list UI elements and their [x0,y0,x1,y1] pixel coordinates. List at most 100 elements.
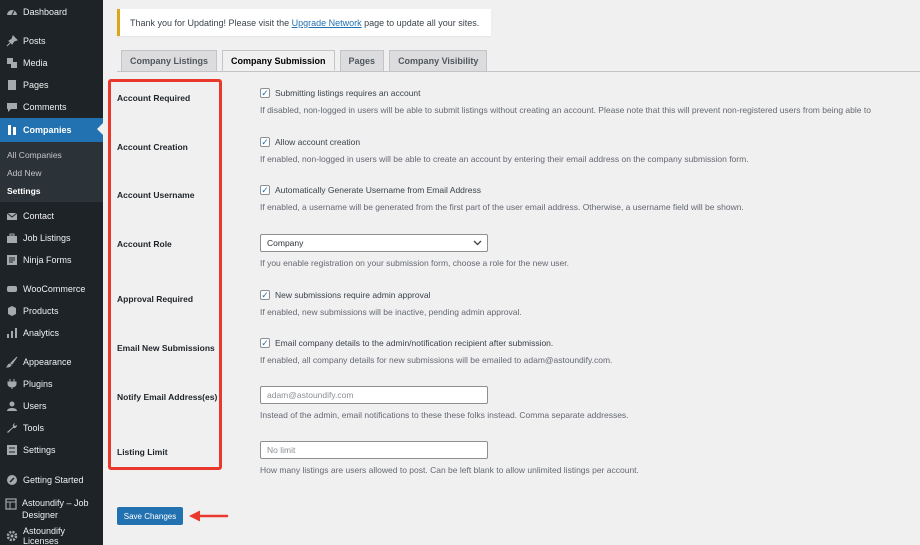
mail-icon [5,210,18,223]
setting-description: If enabled, non-logged in users will be … [260,154,749,164]
save-changes-button[interactable]: Save Changes [117,507,183,525]
approval-required-field[interactable]: ✓ New submissions require admin approval [260,290,430,300]
tab-company-visibility[interactable]: Company Visibility [389,50,488,71]
sidebar-item-job-listings[interactable]: Job Listings [0,227,103,249]
sidebar-label: Products [23,306,59,316]
account-username-field[interactable]: ✓ Automatically Generate Username from E… [260,185,481,195]
account-required-checkbox[interactable]: ✓ [260,88,270,98]
listing-limit-input[interactable] [260,441,488,459]
setting-description: Instead of the admin, email notification… [260,410,629,420]
tab-pages[interactable]: Pages [339,50,385,71]
sidebar-label: Plugins [23,379,53,389]
chevron-down-icon [473,238,482,248]
layout-icon [5,497,17,510]
sidebar-item-comments[interactable]: Comments [0,96,103,118]
building-icon [5,124,18,137]
setting-description: If disabled, non-logged in users will be… [260,105,871,115]
sidebar-label: Comments [23,102,67,112]
sidebar-label: Contact [23,211,55,221]
media-icon [5,57,18,70]
setting-description: If enabled, new submissions will be inac… [260,307,522,317]
submenu-all-companies[interactable]: All Companies [7,150,62,160]
settings-tabs: Company Listings Company Submission Page… [121,50,492,71]
sidebar-item-ninja-forms[interactable]: Ninja Forms [0,249,103,271]
dashboard-icon [5,6,18,19]
account-username-checkbox[interactable]: ✓ [260,185,270,195]
settings-icon [5,444,18,457]
sidebar-item-pages[interactable]: Pages [0,74,103,96]
sidebar-label: Pages [23,80,49,90]
sidebar-item-getting-started[interactable]: Getting Started [0,469,103,491]
sidebar-item-analytics[interactable]: Analytics [0,322,103,344]
sidebar-item-contact[interactable]: Contact [0,205,103,227]
tab-company-submission[interactable]: Company Submission [222,50,335,71]
sidebar-item-appearance[interactable]: Appearance [0,351,103,373]
sidebar-item-companies[interactable]: Companies [0,118,103,142]
notify-email-input[interactable] [260,386,488,404]
sidebar-item-media[interactable]: Media [0,52,103,74]
setting-description: How many listings are users allowed to p… [260,465,639,475]
sidebar-item-job-designer[interactable]: Astoundify – Job Designer [0,495,103,525]
sidebar-item-astoundify-licenses[interactable]: Astoundify Licenses [0,525,103,545]
sidebar-label: Tools [23,423,45,433]
checkbox-label: Submitting listings requires an account [275,88,421,98]
account-required-field[interactable]: ✓ Submitting listings requires an accoun… [260,88,421,98]
account-role-select[interactable]: Company [260,234,488,252]
notice-text: Thank you for Updating! Please visit the [130,17,290,28]
email-new-field[interactable]: ✓ Email company details to the admin/not… [260,338,553,348]
briefcase-icon [5,232,18,245]
sidebar-item-products[interactable]: Products [0,300,103,322]
box-icon [5,305,18,318]
setting-description: If you enable registration on your submi… [260,258,569,268]
sidebar-label: Media [23,58,48,68]
sidebar-label: Getting Started [23,475,84,485]
notice-text-end: page to update all your sites. [364,17,480,28]
sidebar-item-dashboard[interactable]: Dashboard [0,1,103,23]
comment-icon [5,101,18,114]
pin-icon [5,35,18,48]
sidebar-label: Appearance [23,357,72,367]
tab-company-listings[interactable]: Company Listings [121,50,218,71]
sidebar-label: Users [23,401,47,411]
arrow-left-icon [189,510,229,522]
rocket-icon [5,474,18,487]
sidebar-item-plugins[interactable]: Plugins [0,373,103,395]
sidebar-item-posts[interactable]: Posts [0,30,103,52]
account-creation-field[interactable]: ✓ Allow account creation [260,137,360,147]
notify-email-field [260,386,488,404]
submenu-settings[interactable]: Settings [7,186,41,196]
checkbox-label: New submissions require admin approval [275,290,431,300]
sidebar-item-woocommerce[interactable]: WooCommerce [0,278,103,300]
bar-chart-icon [5,327,18,340]
form-icon [5,254,18,267]
sidebar-label: Ninja Forms [23,255,72,265]
wrench-icon [5,422,18,435]
submenu-add-new[interactable]: Add New [7,168,42,178]
sidebar-label: Companies [23,125,72,135]
sidebar-label: Posts [23,36,46,46]
gear-icon [5,530,18,543]
sidebar-label: Job Listings [23,233,71,243]
tab-divider [117,71,920,72]
sidebar-item-tools[interactable]: Tools [0,417,103,439]
checkbox-label: Allow account creation [275,137,361,147]
admin-sidebar: Dashboard Posts Media Pages Comments Com… [0,0,103,545]
sidebar-label: Astoundify Licenses [23,526,66,545]
sidebar-label: Analytics [23,328,60,338]
user-icon [5,400,18,413]
select-value: Company [267,238,304,248]
sidebar-label: Dashboard [23,7,68,17]
woo-icon [5,283,18,296]
sidebar-item-users[interactable]: Users [0,395,103,417]
sidebar-item-settings[interactable]: Settings [0,439,103,461]
upgrade-network-link[interactable]: Upgrade Network [292,18,362,28]
update-notice: Thank you for Updating! Please visit the… [117,9,491,36]
email-new-checkbox[interactable]: ✓ [260,338,270,348]
account-creation-checkbox[interactable]: ✓ [260,137,270,147]
approval-required-checkbox[interactable]: ✓ [260,290,270,300]
checkbox-label: Email company details to the admin/notif… [275,338,554,348]
account-role-field: Company [260,234,488,252]
checkbox-label: Automatically Generate Username from Ema… [275,185,481,195]
plug-icon [5,378,18,391]
brush-icon [5,356,18,369]
